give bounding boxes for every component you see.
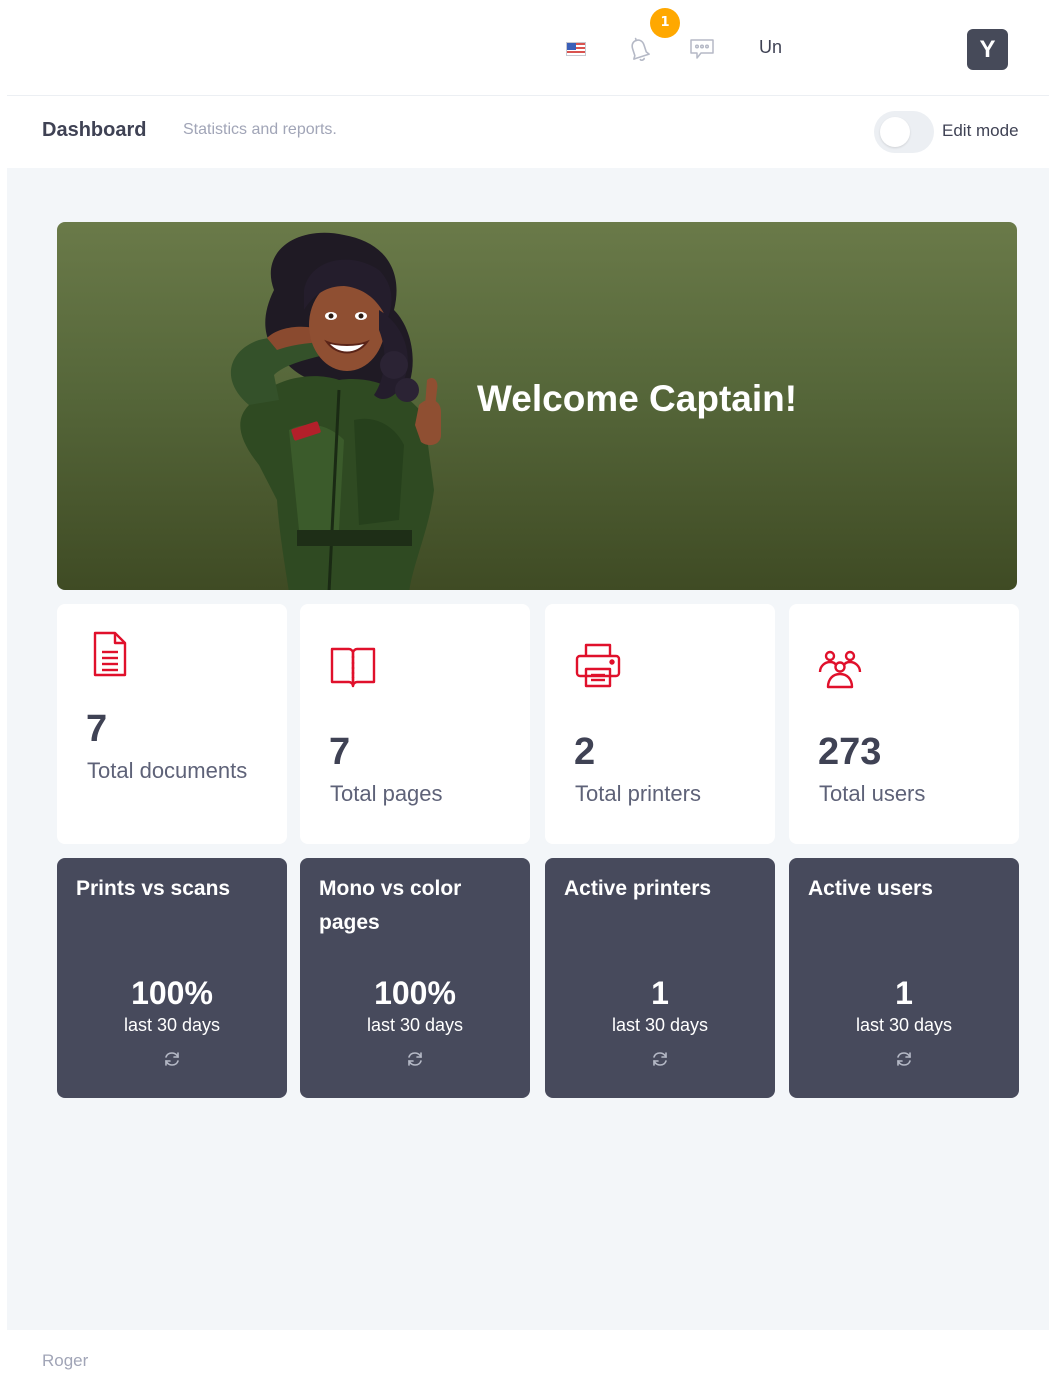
metric-period: last 30 days <box>366 1015 464 1035</box>
stat-label: Total pages <box>330 781 443 806</box>
stat-value: 273 <box>818 731 882 773</box>
refresh-icon[interactable] <box>406 1050 424 1068</box>
metric-value: 1 <box>651 975 669 1011</box>
stat-value: 7 <box>329 731 351 773</box>
printer-icon <box>575 643 621 688</box>
welcome-heading: Welcome Captain! <box>477 378 798 419</box>
edit-mode-toggle[interactable] <box>874 111 934 153</box>
stat-value: 2 <box>574 731 596 773</box>
refresh-icon[interactable] <box>895 1050 913 1068</box>
page-subtitle: Statistics and reports. <box>183 121 337 138</box>
metric-value: 1 <box>895 975 913 1011</box>
us-flag-icon[interactable] <box>566 42 586 56</box>
stat-label: Total documents <box>87 758 248 783</box>
metric-card-mono-vs-color: Mono vs color pages 100% last 30 days <box>300 858 530 1098</box>
metric-value: 100% <box>131 975 213 1011</box>
metric-value: 100% <box>374 975 456 1011</box>
stat-card-documents: 7 Total documents <box>57 604 287 844</box>
stat-card-pages: 7 Total pages <box>300 604 530 844</box>
stat-label: Total users <box>819 781 926 806</box>
metric-title: Mono vs color pages <box>319 877 462 934</box>
user-avatar[interactable]: Y <box>967 29 1008 70</box>
saluting-captain-illustration <box>230 232 441 590</box>
stat-label: Total printers <box>575 781 701 806</box>
stat-card-printers: 2 Total printers <box>545 604 775 844</box>
metric-title: Prints vs scans <box>76 877 231 900</box>
metric-card-active-printers: Active printers 1 last 30 days <box>545 858 775 1098</box>
refresh-icon[interactable] <box>163 1050 181 1068</box>
top-header: 1 Un Y <box>7 0 1049 96</box>
page-title: Dashboard <box>42 119 147 141</box>
username-label[interactable]: Un <box>759 37 782 58</box>
metric-period: last 30 days <box>611 1015 709 1035</box>
notification-badge[interactable]: 1 <box>650 8 680 38</box>
metric-card-active-users: Active users 1 last 30 days <box>789 858 1019 1098</box>
toggle-knob <box>880 117 910 147</box>
subheader: Dashboard Statistics and reports. Edit m… <box>7 96 1049 168</box>
refresh-icon[interactable] <box>651 1050 669 1068</box>
chat-icon[interactable] <box>689 37 715 61</box>
metric-period: last 30 days <box>123 1015 221 1035</box>
document-icon <box>93 631 127 677</box>
stat-value: 7 <box>86 708 108 750</box>
edit-mode-label[interactable]: Edit mode <box>942 121 1019 141</box>
welcome-banner: Welcome Captain! <box>57 222 1017 590</box>
footer: Roger <box>7 1330 1049 1394</box>
bell-icon[interactable] <box>626 34 652 64</box>
users-icon <box>818 650 862 689</box>
book-icon <box>330 647 376 688</box>
metric-card-prints-vs-scans: Prints vs scans 100% last 30 days <box>57 858 287 1098</box>
app-shell: 1 Un Y Dashboard Statistics and reports.… <box>7 0 1049 1394</box>
footer-text: Roger <box>42 1351 89 1370</box>
metric-title: Active users <box>808 877 933 900</box>
metric-title: Active printers <box>564 877 712 900</box>
metric-period: last 30 days <box>855 1015 953 1035</box>
stat-card-users: 273 Total users <box>789 604 1019 844</box>
